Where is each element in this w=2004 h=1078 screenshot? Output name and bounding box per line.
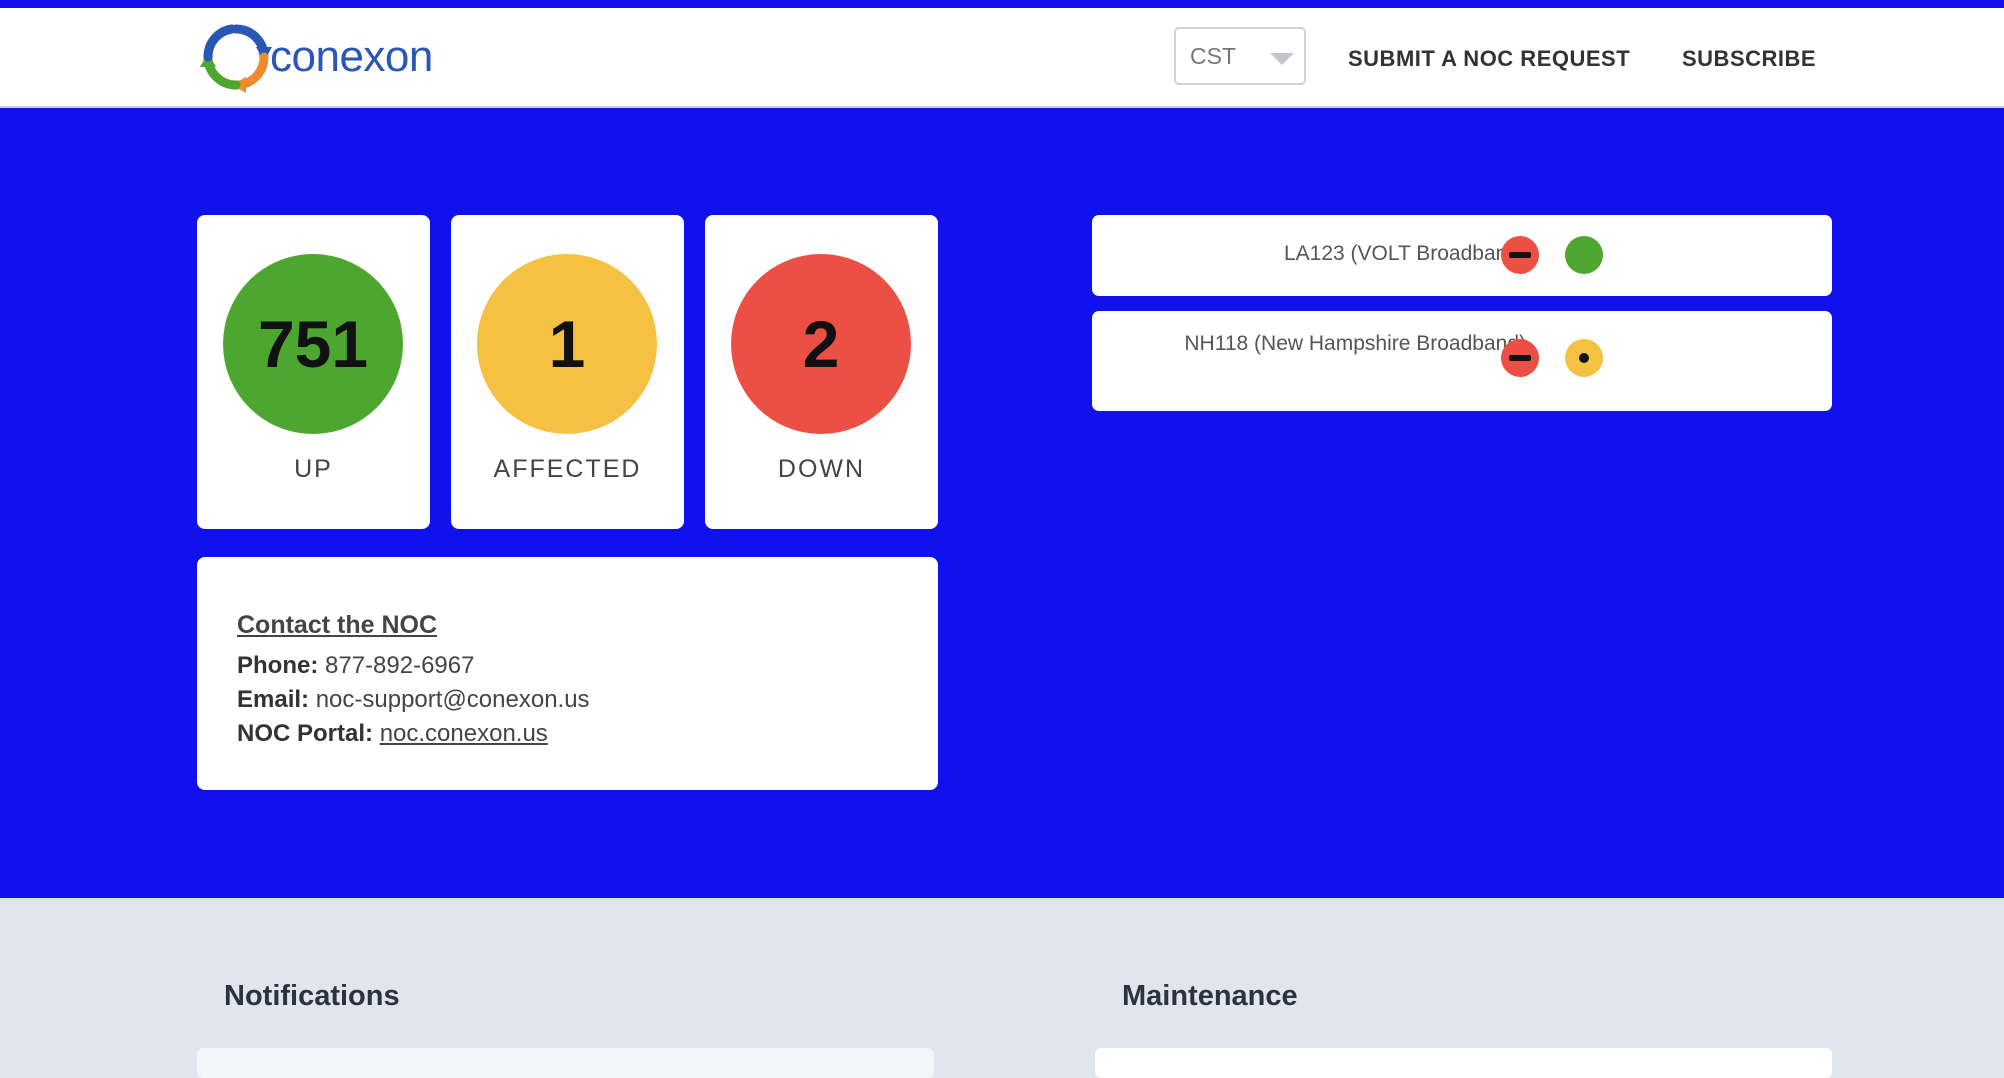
- portal-label: NOC Portal:: [237, 720, 374, 747]
- submit-noc-request-link[interactable]: SUBMIT A NOC REQUEST: [1348, 46, 1630, 72]
- timezone-value: CST: [1190, 42, 1236, 69]
- stat-card-down: 2 DOWN: [705, 215, 938, 529]
- notifications-heading: Notifications: [224, 980, 400, 1012]
- timezone-select[interactable]: CST: [1174, 27, 1306, 85]
- subscribe-link[interactable]: SUBSCRIBE: [1682, 46, 1816, 72]
- stat-circle-affected: 1: [477, 254, 657, 434]
- minus-circle-icon: [1501, 236, 1539, 274]
- service-row[interactable]: LA123 (VOLT Broadband): [1092, 215, 1832, 296]
- service-row[interactable]: NH118 (New Hampshire Broadband): [1092, 311, 1832, 411]
- service-name: LA123 (VOLT Broadband): [1283, 242, 1526, 265]
- portal-link[interactable]: noc.conexon.us: [380, 720, 548, 747]
- email-label: Email:: [237, 686, 310, 713]
- stat-card-up: 751 UP: [197, 215, 430, 529]
- stat-card-affected: 1 AFFECTED: [451, 215, 684, 529]
- minus-circle-icon: [1501, 339, 1539, 377]
- top-accent-strip: [0, 0, 2004, 8]
- maintenance-heading: Maintenance: [1122, 980, 1298, 1012]
- logo-arrows-icon: [200, 24, 272, 93]
- contact-title-link[interactable]: Contact the NOC: [237, 611, 437, 640]
- service-name: NH118 (New Hampshire Broadband): [1184, 332, 1526, 355]
- stat-label-up: UP: [294, 455, 333, 483]
- status-up-icon: [1565, 236, 1603, 274]
- phone-value: 877-892-6967: [325, 652, 475, 679]
- stat-label-affected: AFFECTED: [493, 455, 642, 483]
- status-hero: 751 UP 1 AFFECTED 2 DOWN Contact the NOC…: [0, 108, 2004, 898]
- contact-portal: NOC Portal: noc.conexon.us: [237, 720, 548, 748]
- email-value: noc-support@conexon.us: [315, 686, 590, 713]
- phone-label: Phone:: [237, 652, 319, 679]
- stat-circle-up: 751: [223, 254, 403, 434]
- stat-circle-down: 2: [731, 254, 911, 434]
- status-affected-icon: [1565, 339, 1603, 377]
- contact-email: Email: noc-support@conexon.us: [237, 686, 590, 714]
- logo-wordmark: conexon: [270, 32, 433, 81]
- notifications-panel: [197, 1048, 934, 1078]
- contact-phone: Phone: 877-892-6967: [237, 652, 474, 680]
- contact-card: Contact the NOC Phone: 877-892-6967 Emai…: [197, 557, 938, 790]
- conexon-logo[interactable]: conexon: [196, 14, 433, 100]
- maintenance-panel: [1095, 1048, 1832, 1078]
- site-header: conexon CST SUBMIT A NOC REQUEST SUBSCRI…: [0, 8, 2004, 108]
- chevron-down-icon: [1270, 53, 1294, 65]
- stat-label-down: DOWN: [777, 455, 866, 483]
